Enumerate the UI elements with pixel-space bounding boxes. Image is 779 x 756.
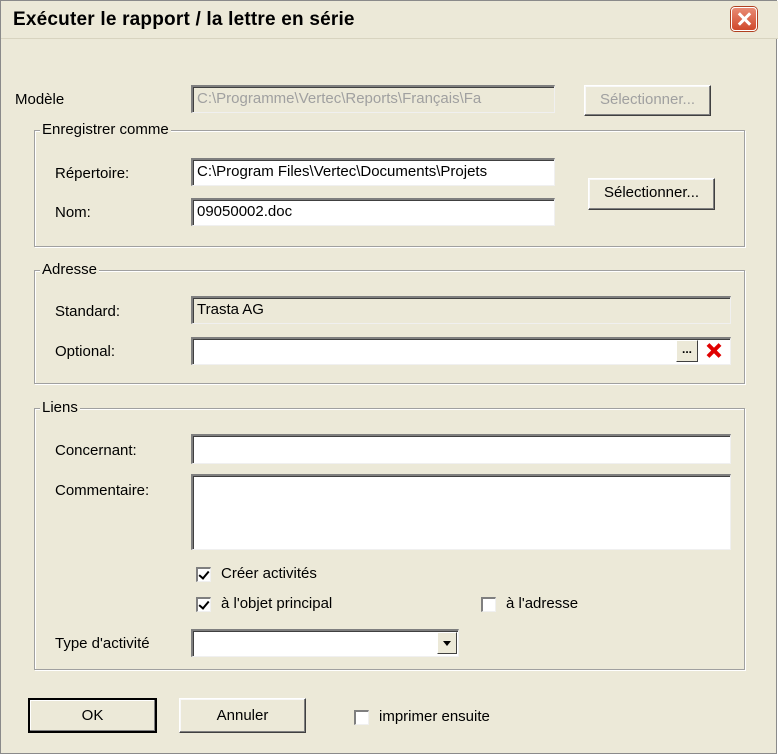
title-bar[interactable]: Exécuter le rapport / la lettre en série [1, 1, 778, 39]
ok-button[interactable]: OK [28, 698, 157, 733]
directory-field[interactable]: C:\Program Files\Vertec\Documents\Projet… [191, 158, 555, 186]
main-object-checkbox[interactable] [196, 597, 211, 612]
close-icon[interactable] [731, 7, 757, 31]
activity-type-select[interactable] [191, 629, 459, 657]
name-field[interactable]: 09050002.doc [191, 198, 555, 226]
standard-address-field: Trasta AG [191, 296, 731, 324]
directory-select-button[interactable]: Sélectionner... [588, 178, 715, 210]
activity-type-label: Type d'activité [55, 635, 150, 652]
dialog-window: Exécuter le rapport / la lettre en série… [0, 0, 778, 754]
address-group: Adresse [34, 261, 745, 384]
create-activities-checkbox[interactable] [196, 567, 211, 582]
directory-label: Répertoire: [55, 165, 130, 182]
address-link-label: à l'adresse [506, 595, 579, 612]
print-after-checkbox[interactable] [354, 710, 369, 725]
modele-label: Modèle [15, 91, 65, 108]
window-title: Exécuter le rapport / la lettre en série [13, 9, 355, 30]
create-activities-label: Créer activités [221, 565, 317, 582]
modele-select-button: Sélectionner... [584, 85, 711, 116]
modele-path-field: C:\Programme\Vertec\Reports\Français\Fa [191, 85, 555, 113]
address-link-checkbox[interactable] [481, 597, 496, 612]
main-object-label: à l'objet principal [221, 595, 333, 612]
save-as-legend: Enregistrer comme [40, 121, 171, 138]
print-after-label: imprimer ensuite [379, 708, 490, 725]
address-legend: Adresse [40, 261, 100, 278]
name-label: Nom: [55, 204, 91, 221]
optional-label: Optional: [55, 343, 116, 360]
red-x-icon[interactable] [703, 340, 725, 362]
browse-address-button[interactable]: ... [676, 340, 698, 362]
links-legend: Liens [40, 399, 80, 416]
chevron-down-icon[interactable] [437, 632, 457, 654]
comment-label: Commentaire: [55, 482, 150, 499]
cancel-button[interactable]: Annuler [179, 698, 306, 733]
optional-address-field[interactable] [191, 337, 731, 365]
standard-label: Standard: [55, 303, 121, 320]
concerning-label: Concernant: [55, 442, 137, 459]
comment-field[interactable] [191, 474, 731, 550]
concerning-field[interactable] [191, 434, 731, 464]
